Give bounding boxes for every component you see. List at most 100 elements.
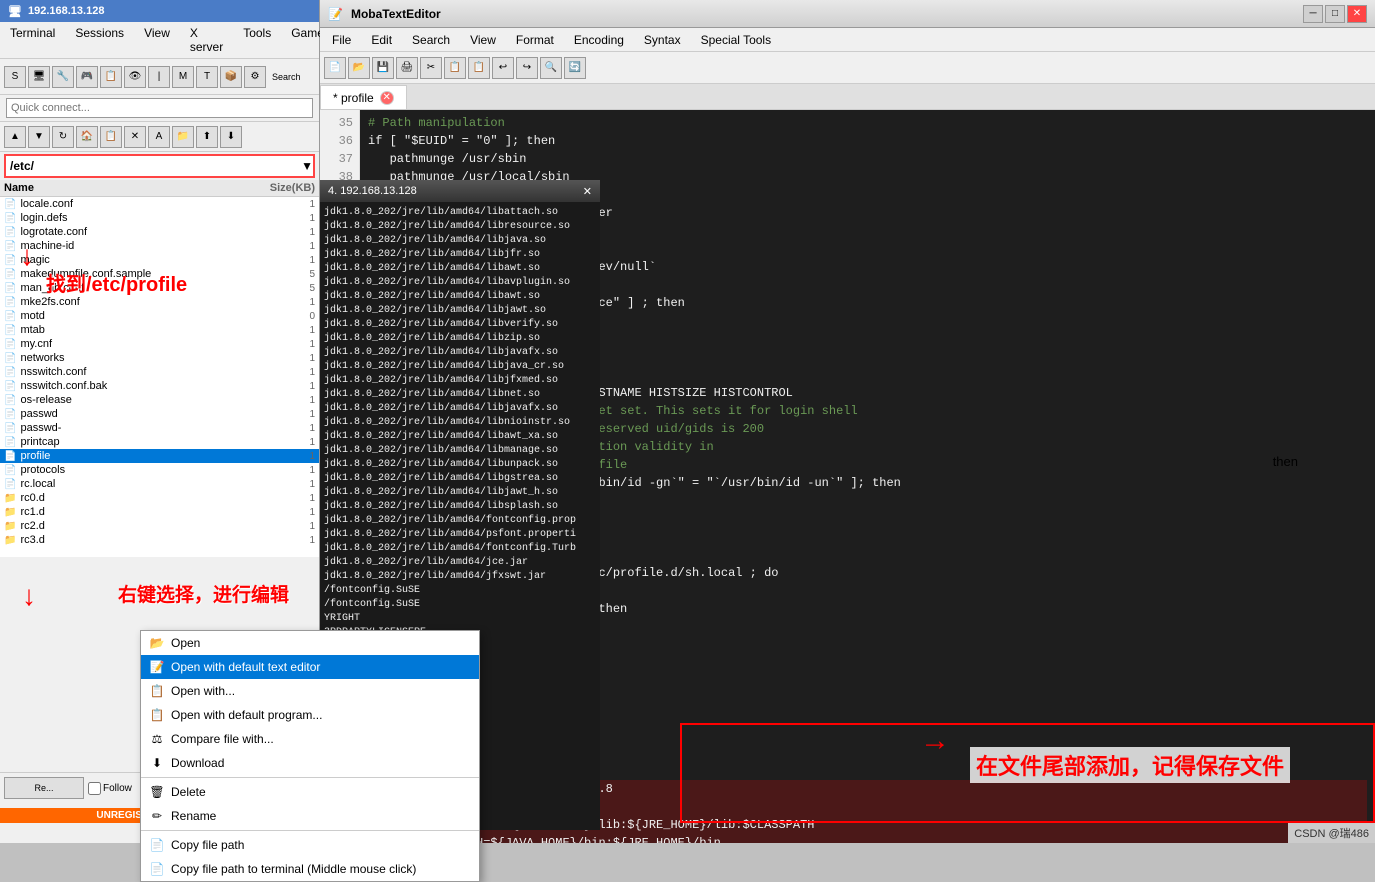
file-item[interactable]: 📄locale.conf1 [0,197,319,211]
context-menu-item[interactable]: 📄Copy file path to terminal (Middle mous… [141,857,479,881]
editor-print-btn[interactable]: 🖨 [396,57,418,79]
file-type-icon: 📄 [4,437,16,448]
packages-btn[interactable]: 📦 [220,66,242,88]
editor-tab-profile[interactable]: * profile ✕ [320,85,407,109]
editor-menu-special-tools[interactable]: Special Tools [693,31,780,49]
path-dropdown-icon[interactable]: ▼ [301,159,313,173]
file-item[interactable]: 📄mtab1 [0,323,319,337]
editor-paste-btn[interactable]: 📋 [468,57,490,79]
view-btn[interactable]: 👁 [124,66,146,88]
file-item[interactable]: 📄networks1 [0,351,319,365]
file-name: magic [20,254,251,266]
reconnect-btn[interactable]: Re... [4,777,84,799]
editor-undo-btn[interactable]: ↩ [492,57,514,79]
file-item[interactable]: 📄printcap1 [0,435,319,449]
editor-menu-syntax[interactable]: Syntax [636,31,689,49]
context-menu-item[interactable]: ⚖Compare file with... [141,727,479,751]
file-item[interactable]: 📁rc3.d1 [0,533,319,547]
close-btn[interactable]: ✕ [124,126,146,148]
home-btn[interactable]: 🏠 [76,126,98,148]
follow-checkbox[interactable] [88,782,101,795]
terminal-close-btn[interactable]: ✕ [583,185,592,198]
file-item[interactable]: 📁rc1.d1 [0,505,319,519]
file-item[interactable]: 📄passwd1 [0,407,319,421]
settings-btn[interactable]: ⚙ [244,66,266,88]
context-menu-item[interactable]: ⬇Download [141,751,479,775]
context-menu-item[interactable]: ✏Rename [141,804,479,828]
file-size: 1 [255,255,315,266]
editor-copy-btn[interactable]: 📋 [444,57,466,79]
editor-open-btn[interactable]: 📂 [348,57,370,79]
editor-menu-search[interactable]: Search [404,31,458,49]
file-item[interactable]: 📄machine-id1 [0,239,319,253]
context-menu-item[interactable]: 📝Open with default text editor [141,655,479,679]
multiexec-btn[interactable]: M [172,66,194,88]
file-item[interactable]: 📄nsswitch.conf1 [0,365,319,379]
file-item[interactable]: 📄rc.local1 [0,477,319,491]
file-size: 1 [255,339,315,350]
editor-menu-file[interactable]: File [324,31,359,49]
editor-replace-btn[interactable]: 🔄 [564,57,586,79]
file-item[interactable]: 📄mke2fs.conf1 [0,295,319,309]
file-item[interactable]: 📁rc2.d1 [0,519,319,533]
editor-menu-edit[interactable]: Edit [363,31,400,49]
file-size: 1 [255,451,315,462]
filter-btn[interactable]: A [148,126,170,148]
menu-view[interactable]: View [138,24,176,56]
file-item[interactable]: 📄os-release1 [0,393,319,407]
sessions-btn[interactable]: 📋 [100,66,122,88]
file-item[interactable]: 📄magic1 [0,253,319,267]
up-btn[interactable]: ▲ [4,126,26,148]
editor-menu-view[interactable]: View [462,31,504,49]
menu-xserver[interactable]: X server [184,24,229,56]
editor-redo-btn[interactable]: ↪ [516,57,538,79]
context-menu-item[interactable]: 📋Open with... [141,679,479,703]
context-menu-item[interactable]: 🗑Delete [141,780,479,804]
editor-new-btn[interactable]: 📄 [324,57,346,79]
editor-save-btn[interactable]: 💾 [372,57,394,79]
download2-btn[interactable]: ⬇ [220,126,242,148]
quick-connect-input[interactable] [6,98,313,118]
path-input[interactable] [6,159,301,173]
upload-btn[interactable]: ⬆ [196,126,218,148]
context-menu-item[interactable]: 📋Open with default program... [141,703,479,727]
menu-terminal[interactable]: Terminal [4,24,61,56]
terminal-line: jdk1.8.0_202/jre/lib/amd64/libunpack.so [324,458,596,472]
copy-btn[interactable]: 📋 [100,126,122,148]
minimize-btn[interactable]: ─ [1303,5,1323,23]
file-item[interactable]: 📄logrotate.conf1 [0,225,319,239]
editor-menu-format[interactable]: Format [508,31,562,49]
file-item[interactable]: 📄motd0 [0,309,319,323]
name-column-header: Name [4,182,255,194]
file-item[interactable]: 📄passwd-1 [0,421,319,435]
file-size: 1 [255,423,315,434]
tools-btn[interactable]: 🔧 [52,66,74,88]
file-item[interactable]: 📄protocols1 [0,463,319,477]
new-folder-btn[interactable]: 📁 [172,126,194,148]
menu-sessions[interactable]: Sessions [69,24,130,56]
down-btn[interactable]: ▼ [28,126,50,148]
split-btn[interactable]: | [148,66,170,88]
terminal-line: jdk1.8.0_202/jre/lib/amd64/jce.jar [324,556,596,570]
session-btn[interactable]: S [4,66,26,88]
file-name: rc1.d [20,506,251,518]
editor-find-btn[interactable]: 🔍 [540,57,562,79]
menu-tools[interactable]: Tools [237,24,277,56]
games-btn[interactable]: 🎮 [76,66,98,88]
context-menu-item[interactable]: 📄Copy file path [141,833,479,857]
file-item[interactable]: 📄my.cnf1 [0,337,319,351]
terminal-line: jdk1.8.0_202/jre/lib/amd64/libawt.so [324,262,596,276]
editor-cut-btn[interactable]: ✂ [420,57,442,79]
tunneling-btn[interactable]: T [196,66,218,88]
file-item[interactable]: 📄nsswitch.conf.bak1 [0,379,319,393]
file-item[interactable]: 📄login.defs1 [0,211,319,225]
file-item[interactable]: 📄profile1 [0,449,319,463]
context-menu-item[interactable]: 📂Open [141,631,479,655]
editor-menu-encoding[interactable]: Encoding [566,31,632,49]
file-item[interactable]: 📁rc0.d1 [0,491,319,505]
close-window-btn[interactable]: ✕ [1347,5,1367,23]
refresh-btn[interactable]: ↻ [52,126,74,148]
servers-btn[interactable]: 🖥 [28,66,50,88]
tab-close-btn[interactable]: ✕ [380,91,394,105]
maximize-btn[interactable]: □ [1325,5,1345,23]
